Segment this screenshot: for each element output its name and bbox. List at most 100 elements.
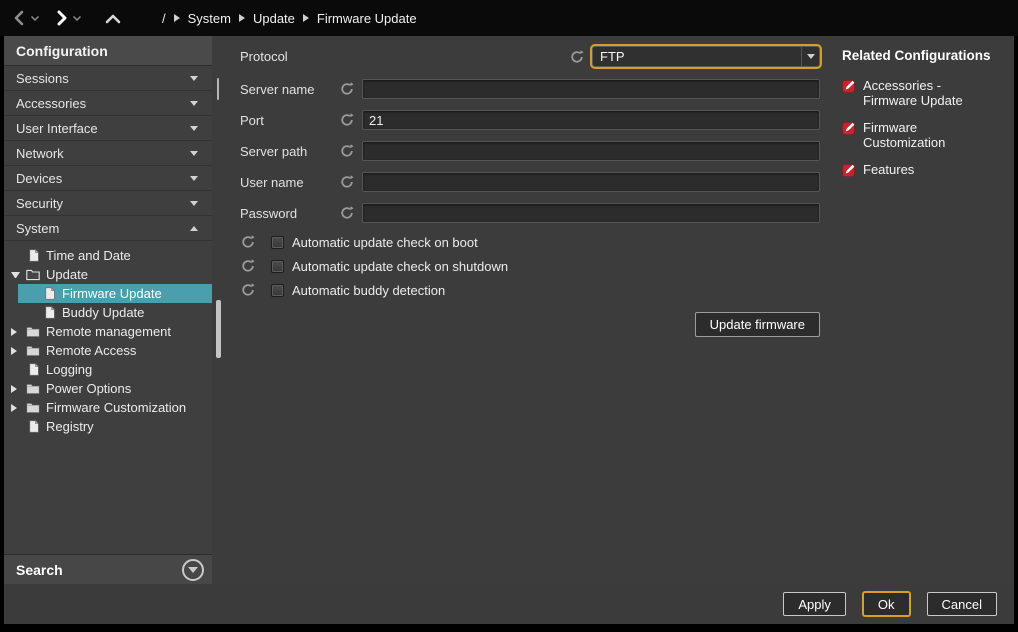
port-label: Port xyxy=(240,113,340,128)
back-button[interactable] xyxy=(12,10,27,26)
breadcrumb-item-system[interactable]: System xyxy=(188,11,231,26)
page-icon xyxy=(44,306,56,319)
protocol-row: Protocol FTP xyxy=(240,46,820,67)
tree-item-label: Buddy Update xyxy=(62,305,144,320)
related-title: Related Configurations xyxy=(842,48,1008,63)
chevron-up-icon xyxy=(190,226,198,231)
tree-item-logging[interactable]: Logging xyxy=(4,360,212,379)
reset-icon[interactable] xyxy=(340,175,354,189)
tree-item-remote-access[interactable]: Remote Access xyxy=(4,341,212,360)
scrollbar-thumb[interactable] xyxy=(216,300,221,358)
forward-button[interactable] xyxy=(54,10,69,26)
password-label: Password xyxy=(240,206,340,221)
chevron-down-icon xyxy=(190,151,198,156)
tree-item-update[interactable]: Update xyxy=(4,265,212,284)
breadcrumb-item-update[interactable]: Update xyxy=(253,11,295,26)
folder-icon xyxy=(26,345,40,357)
sidebar-item-security[interactable]: Security xyxy=(4,191,212,216)
sidebar-item-devices[interactable]: Devices xyxy=(4,166,212,191)
user-name-input[interactable] xyxy=(362,172,820,192)
search-label: Search xyxy=(16,562,63,578)
ok-button[interactable]: Ok xyxy=(863,592,910,616)
firmware-update-panel: Protocol FTP Server name Port Server pat… xyxy=(224,36,832,584)
expander-open-icon[interactable] xyxy=(11,272,20,278)
sidebar-item-system[interactable]: System xyxy=(4,216,212,241)
navigation-toolbar: / System Update Firmware Update xyxy=(0,0,1018,36)
tree-item-label: Time and Date xyxy=(46,248,131,263)
sidebar-item-network[interactable]: Network xyxy=(4,141,212,166)
section-label: Sessions xyxy=(16,71,69,86)
section-label: Security xyxy=(16,196,63,211)
reset-icon[interactable] xyxy=(340,113,354,127)
forward-history-caret-icon[interactable] xyxy=(72,15,82,22)
configuration-sidebar: Configuration Sessions Accessories User … xyxy=(4,36,212,584)
expander-closed-icon[interactable] xyxy=(11,404,20,412)
tree-item-buddy-update[interactable]: Buddy Update xyxy=(4,303,212,322)
folder-open-icon xyxy=(26,269,40,281)
update-firmware-button[interactable]: Update firmware xyxy=(695,312,820,337)
reset-icon[interactable] xyxy=(340,144,354,158)
chevron-down-icon xyxy=(190,201,198,206)
breadcrumb-root[interactable]: / xyxy=(162,11,166,26)
chevron-down-icon xyxy=(190,101,198,106)
tree-item-firmware-customization[interactable]: Firmware Customization xyxy=(4,398,212,417)
checkbox-update-check-on-boot[interactable] xyxy=(271,236,284,249)
cancel-button[interactable]: Cancel xyxy=(927,592,997,616)
apply-button[interactable]: Apply xyxy=(783,592,846,616)
port-row: Port xyxy=(240,110,820,130)
tree-item-firmware-update[interactable]: Firmware Update xyxy=(18,284,212,303)
dropdown-caret-button[interactable] xyxy=(801,47,819,66)
sidebar-item-sessions[interactable]: Sessions xyxy=(4,66,212,91)
up-button[interactable] xyxy=(104,11,122,25)
chevron-left-icon xyxy=(12,10,27,26)
edit-icon xyxy=(842,79,856,93)
server-name-input[interactable] xyxy=(362,79,820,99)
expander-closed-icon[interactable] xyxy=(11,347,20,355)
related-link-accessories-firmware-update[interactable]: Accessories - Firmware Update xyxy=(842,78,1008,108)
sidebar-item-user-interface[interactable]: User Interface xyxy=(4,116,212,141)
reset-icon[interactable] xyxy=(241,283,255,297)
reset-icon[interactable] xyxy=(241,259,255,273)
caret-down-icon xyxy=(188,567,198,573)
user-name-label: User name xyxy=(240,175,340,190)
server-path-input[interactable] xyxy=(362,141,820,161)
dialog-buttons: Apply Ok Cancel xyxy=(4,584,1014,624)
folder-icon xyxy=(26,326,40,338)
folder-icon xyxy=(26,402,40,414)
update-button-row: Update firmware xyxy=(240,312,820,337)
checkbox-update-check-on-shutdown[interactable] xyxy=(271,260,284,273)
password-row: Password xyxy=(240,203,820,223)
tree-item-label: Remote Access xyxy=(46,343,136,358)
tree-item-power-options[interactable]: Power Options xyxy=(4,379,212,398)
page-icon xyxy=(28,249,40,262)
sidebar-scrollbar[interactable] xyxy=(212,36,224,584)
reset-icon[interactable] xyxy=(340,82,354,96)
search-expand-button[interactable] xyxy=(182,559,204,581)
related-link-features[interactable]: Features xyxy=(842,162,1008,177)
expander-closed-icon[interactable] xyxy=(11,385,20,393)
tree-item-time-and-date[interactable]: Time and Date xyxy=(4,246,212,265)
reset-icon[interactable] xyxy=(570,50,584,64)
sidebar-title: Configuration xyxy=(4,36,212,66)
back-history-caret-icon[interactable] xyxy=(30,15,40,22)
app-window: / System Update Firmware Update Configur… xyxy=(0,0,1018,632)
breadcrumb-item-firmware-update[interactable]: Firmware Update xyxy=(317,11,417,26)
expander-closed-icon[interactable] xyxy=(11,328,20,336)
checkbox-label: Automatic update check on boot xyxy=(292,235,478,250)
reset-icon[interactable] xyxy=(241,235,255,249)
checkbox-buddy-detection[interactable] xyxy=(271,284,284,297)
tree-item-remote-management[interactable]: Remote management xyxy=(4,322,212,341)
folder-icon xyxy=(26,383,40,395)
password-input[interactable] xyxy=(362,203,820,223)
reset-icon[interactable] xyxy=(340,206,354,220)
related-link-firmware-customization[interactable]: Firmware Customization xyxy=(842,120,1008,150)
scrollbar-thumb[interactable] xyxy=(217,78,219,100)
search-bar[interactable]: Search xyxy=(4,554,212,584)
protocol-dropdown[interactable]: FTP xyxy=(592,46,820,67)
server-name-label: Server name xyxy=(240,82,340,97)
tree-item-registry[interactable]: Registry xyxy=(4,417,212,436)
port-input[interactable] xyxy=(362,110,820,130)
section-label: Devices xyxy=(16,171,62,186)
sidebar-item-accessories[interactable]: Accessories xyxy=(4,91,212,116)
chevron-down-icon xyxy=(190,176,198,181)
